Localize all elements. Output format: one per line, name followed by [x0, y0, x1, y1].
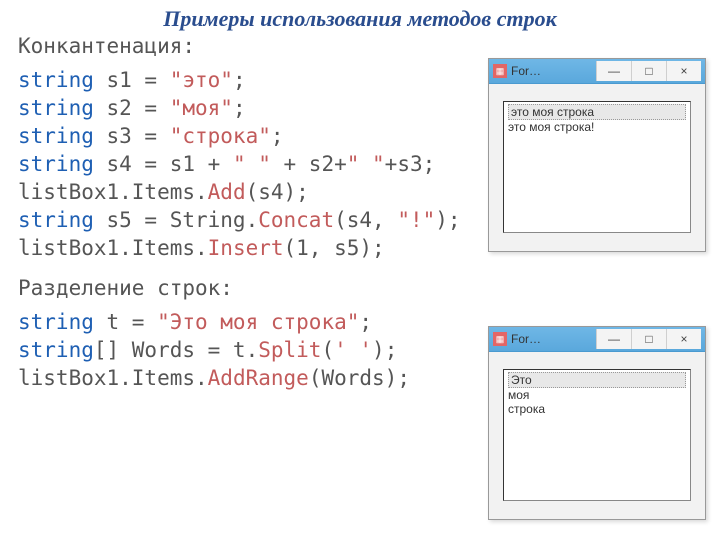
output-window-2: ▦ For… — □ × Это моя строка [488, 326, 706, 520]
list-item[interactable]: Это [508, 372, 686, 388]
maximize-button[interactable]: □ [631, 61, 666, 81]
section-concat: Конкантенация: [0, 34, 720, 58]
list-item[interactable]: моя [508, 388, 686, 402]
section-split: Разделение строк: [0, 276, 720, 300]
minimize-button[interactable]: — [596, 61, 631, 81]
window-title: For… [511, 332, 541, 346]
titlebar[interactable]: ▦ For… — □ × [489, 327, 705, 352]
minimize-button[interactable]: — [596, 329, 631, 349]
close-button[interactable]: × [666, 329, 701, 349]
page-title: Примеры использования методов строк [0, 0, 720, 32]
list-item[interactable]: это моя строка [508, 104, 686, 120]
listbox[interactable]: Это моя строка [503, 369, 691, 501]
app-icon: ▦ [493, 332, 507, 346]
window-title: For… [511, 64, 541, 78]
list-item[interactable]: это моя строка! [508, 120, 686, 134]
titlebar[interactable]: ▦ For… — □ × [489, 59, 705, 84]
output-window-1: ▦ For… — □ × это моя строка это моя стро… [488, 58, 706, 252]
maximize-button[interactable]: □ [631, 329, 666, 349]
app-icon: ▦ [493, 64, 507, 78]
close-button[interactable]: × [666, 61, 701, 81]
listbox[interactable]: это моя строка это моя строка! [503, 101, 691, 233]
list-item[interactable]: строка [508, 402, 686, 416]
